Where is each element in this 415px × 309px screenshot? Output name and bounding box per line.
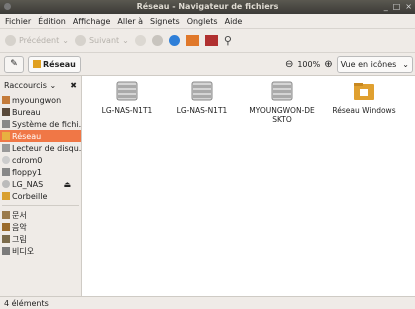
sidebar: Raccourcis ⌄ ✖ myoungwon Bureau Système … xyxy=(0,76,82,296)
sidebar-item-music[interactable]: 음악 xyxy=(0,221,81,233)
file-item[interactable]: Réseau Windows xyxy=(329,80,399,115)
sidebar-item-documents[interactable]: 문서 xyxy=(0,209,81,221)
location-bar: ✎ Réseau ⊖ 100% ⊕ Vue en icônes ⌄ xyxy=(0,53,415,76)
chevron-down-icon: ⌄ xyxy=(402,59,409,69)
sidebar-places: myoungwon Bureau Système de fichi... Rés… xyxy=(0,94,81,202)
home-icon[interactable] xyxy=(185,35,199,46)
server-icon xyxy=(116,81,138,101)
pictures-folder-icon xyxy=(2,235,10,243)
file-item[interactable]: LG-NAS-N1T1 xyxy=(92,80,162,115)
menu-signets[interactable]: Signets xyxy=(150,17,180,26)
search-icon[interactable]: ⚲ xyxy=(224,34,232,47)
sidebar-item-pictures[interactable]: 그림 xyxy=(0,233,81,245)
chevron-down-icon: ⌄ xyxy=(62,36,69,45)
sidebar-item-videos[interactable]: 비디오 xyxy=(0,245,81,257)
sidebar-item-floppy1[interactable]: floppy1 xyxy=(0,166,81,178)
server-icon xyxy=(191,81,213,101)
menu-aide[interactable]: Aide xyxy=(225,17,243,26)
filesystem-icon xyxy=(2,120,10,128)
network-icon xyxy=(2,132,10,140)
floppy-icon xyxy=(2,168,10,176)
zoom-out-icon[interactable]: ⊖ xyxy=(285,59,293,70)
file-item[interactable]: LG-NAS-N1T1 xyxy=(167,80,237,115)
menu-bar: Fichier Édition Affichage Aller à Signet… xyxy=(0,14,415,29)
sidebar-item-reseau[interactable]: Réseau xyxy=(0,130,81,142)
network-drive-icon xyxy=(2,180,10,188)
sidebar-item-cdrom0[interactable]: cdrom0 xyxy=(0,154,81,166)
eject-icon[interactable]: ⏏ xyxy=(63,180,71,189)
toolbar: Précédent ⌄ Suivant ⌄ ⚲ xyxy=(0,29,415,53)
up-arrow-icon[interactable] xyxy=(134,35,146,46)
view-mode-select[interactable]: Vue en icônes ⌄ xyxy=(336,55,413,73)
menu-edition[interactable]: Édition xyxy=(38,17,66,26)
drive-icon xyxy=(2,144,10,152)
minimize-button[interactable]: _ xyxy=(384,2,388,11)
chevron-down-icon: ⌄ xyxy=(122,36,129,45)
music-folder-icon xyxy=(2,223,10,231)
trash-icon xyxy=(2,192,10,200)
status-text: 4 éléments xyxy=(4,298,49,308)
menu-affichage[interactable]: Affichage xyxy=(73,17,111,26)
menu-aller[interactable]: Aller à xyxy=(117,17,143,26)
forward-arrow-icon xyxy=(74,35,86,46)
stop-icon[interactable] xyxy=(151,35,163,46)
zoom-level: 100% xyxy=(297,59,321,69)
back-button[interactable]: Précédent ⌄ xyxy=(5,35,69,46)
sidebar-item-corbeille[interactable]: Corbeille xyxy=(0,190,81,202)
menu-fichier[interactable]: Fichier xyxy=(5,17,31,26)
window-title: Réseau - Navigateur de fichiers xyxy=(136,2,279,11)
computer-icon[interactable] xyxy=(204,35,218,46)
desktop-icon xyxy=(2,108,10,116)
sidebar-item-disk-drive[interactable]: Lecteur de disqu... xyxy=(0,142,81,154)
close-button[interactable]: × xyxy=(405,2,412,11)
forward-button[interactable]: Suivant ⌄ xyxy=(74,35,129,46)
file-view[interactable]: LG-NAS-N1T1 LG-NAS-N1T1 MYOUNGWON-DESKTO… xyxy=(82,76,415,296)
sidebar-bookmarks: 문서 음악 그림 비디오 xyxy=(0,209,81,257)
back-arrow-icon xyxy=(5,35,16,46)
home-icon xyxy=(2,96,10,104)
reload-icon[interactable] xyxy=(168,35,180,46)
status-bar: 4 éléments xyxy=(0,296,415,309)
sidebar-divider xyxy=(2,205,79,206)
sidebar-item-filesystem[interactable]: Système de fichi... xyxy=(0,118,81,130)
server-icon xyxy=(271,81,293,101)
zoom-in-icon[interactable]: ⊕ xyxy=(324,59,332,70)
menu-onglets[interactable]: Onglets xyxy=(187,17,218,26)
network-icon xyxy=(33,60,41,68)
title-bar: Réseau - Navigateur de fichiers _ □ × xyxy=(0,0,415,14)
sidebar-item-lg-nas[interactable]: LG_NAS ⏏ xyxy=(0,178,81,190)
documents-folder-icon xyxy=(2,211,10,219)
sidebar-item-bureau[interactable]: Bureau xyxy=(0,106,81,118)
sidebar-item-myoungwon[interactable]: myoungwon xyxy=(0,94,81,106)
edit-location-button[interactable]: ✎ xyxy=(4,55,24,73)
maximize-button[interactable]: □ xyxy=(393,2,401,11)
close-sidebar-icon[interactable]: ✖ xyxy=(70,81,77,90)
sidebar-mode-select[interactable]: Raccourcis ⌄ xyxy=(4,81,56,90)
pencil-icon: ✎ xyxy=(10,59,18,69)
file-item[interactable]: MYOUNGWON-DESKTO xyxy=(247,80,317,124)
breadcrumb-reseau[interactable]: Réseau xyxy=(28,55,81,73)
videos-folder-icon xyxy=(2,247,10,255)
cdrom-icon xyxy=(2,156,10,164)
windows-network-folder-icon xyxy=(354,83,374,100)
